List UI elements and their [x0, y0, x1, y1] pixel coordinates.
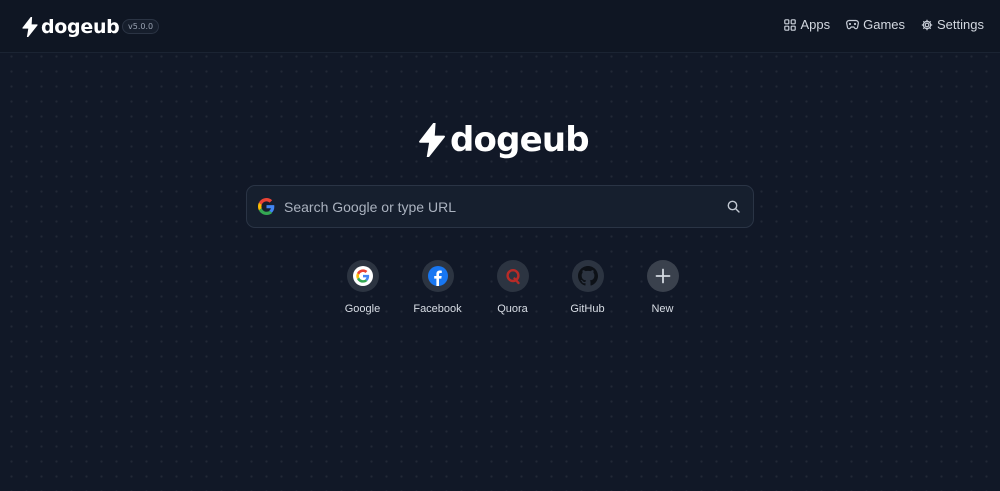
shortcut-quora-label: Quora: [497, 303, 528, 315]
nav-games-label: Games: [863, 17, 906, 32]
shortcut-new-circle: [646, 260, 679, 292]
shortcut-google-circle: [346, 260, 379, 292]
brand-logo[interactable]: dogeub: [22, 16, 120, 38]
gamepad-icon: [846, 19, 860, 30]
version-badge: v5.0.0: [122, 19, 160, 34]
facebook-icon: [427, 266, 448, 286]
top-nav: Apps Games Settings: [784, 17, 984, 32]
nav-settings[interactable]: Settings: [921, 17, 984, 32]
shortcut-facebook[interactable]: Facebook: [400, 260, 475, 315]
grid-icon: [784, 18, 797, 31]
shortcut-github-label: GitHub: [570, 303, 605, 315]
shortcut-quora[interactable]: Quora: [475, 260, 550, 315]
shortcut-google-label: Google: [344, 303, 381, 315]
quora-icon: [505, 269, 520, 285]
google-icon: [352, 266, 373, 286]
hero-logo: dogeub: [418, 120, 590, 160]
github-icon: [577, 266, 598, 286]
search-bar[interactable]: [246, 185, 754, 228]
shortcut-facebook-label: Facebook: [413, 303, 462, 315]
search-input[interactable]: [284, 198, 727, 215]
shortcut-github[interactable]: GitHub: [550, 260, 625, 315]
google-icon: [258, 198, 275, 215]
shortcut-quora-circle: [496, 260, 529, 292]
bolt-icon: [22, 17, 38, 37]
gear-icon: [921, 19, 933, 30]
shortcut-new[interactable]: New: [625, 260, 700, 315]
shortcut-github-circle: [571, 260, 604, 292]
nav-settings-label: Settings: [937, 17, 984, 32]
nav-apps-label: Apps: [800, 17, 831, 32]
bolt-icon: [419, 123, 445, 157]
search-icon[interactable]: [727, 200, 740, 213]
nav-games[interactable]: Games: [846, 17, 905, 32]
plus-icon: [655, 268, 670, 284]
top-bar: dogeub v5.0.0 Apps Games Settings: [0, 0, 1000, 53]
hero-brand-name: dogeub: [450, 120, 590, 160]
shortcut-facebook-circle: [421, 260, 454, 292]
shortcuts: Google Facebook Quora GitHub New: [325, 260, 700, 315]
brand-name: dogeub: [41, 16, 120, 38]
shortcut-google[interactable]: Google: [325, 260, 400, 315]
nav-apps[interactable]: Apps: [784, 17, 830, 32]
shortcut-new-label: New: [651, 303, 674, 315]
